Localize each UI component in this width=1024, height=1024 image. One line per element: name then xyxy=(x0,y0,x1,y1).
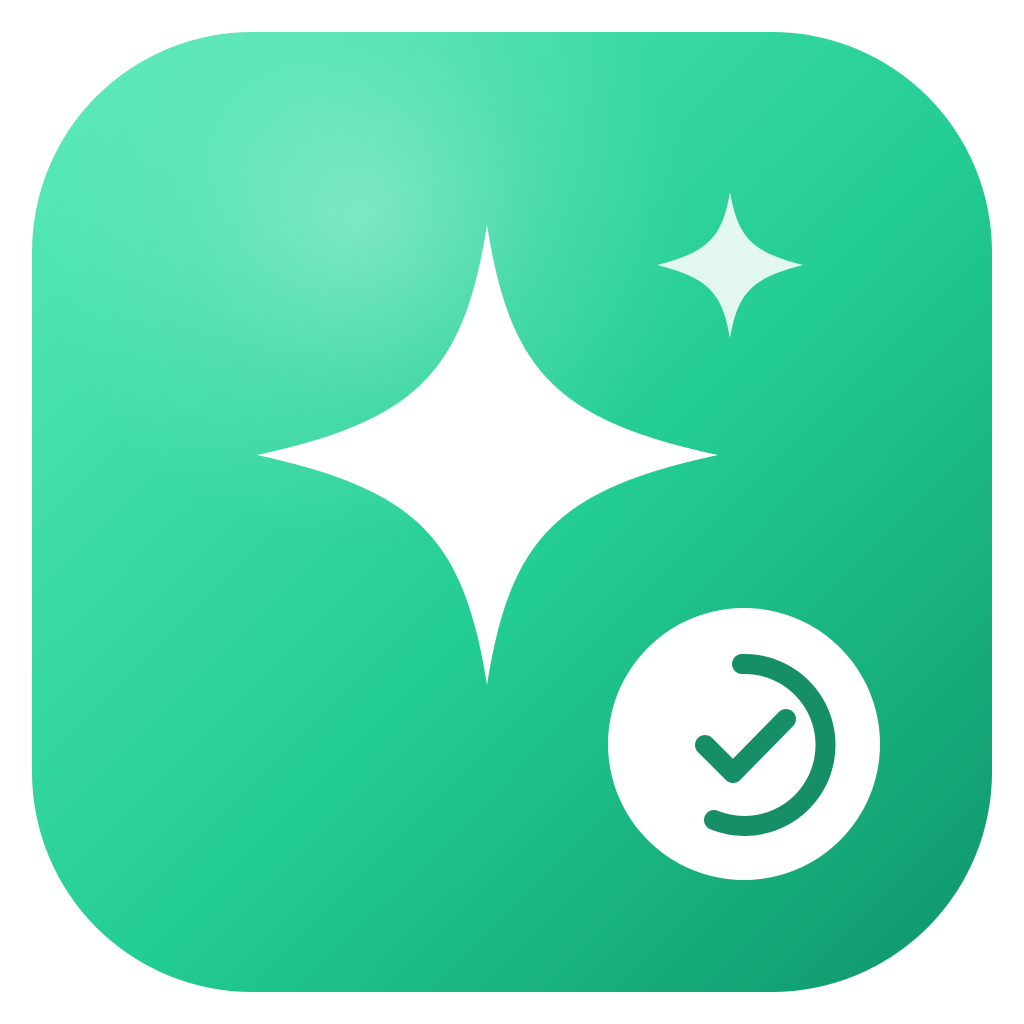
check-circle-progress-icon xyxy=(608,608,880,880)
app-icon xyxy=(0,0,1024,1024)
app-icon-graphic xyxy=(32,32,992,992)
status-badge xyxy=(608,608,880,880)
